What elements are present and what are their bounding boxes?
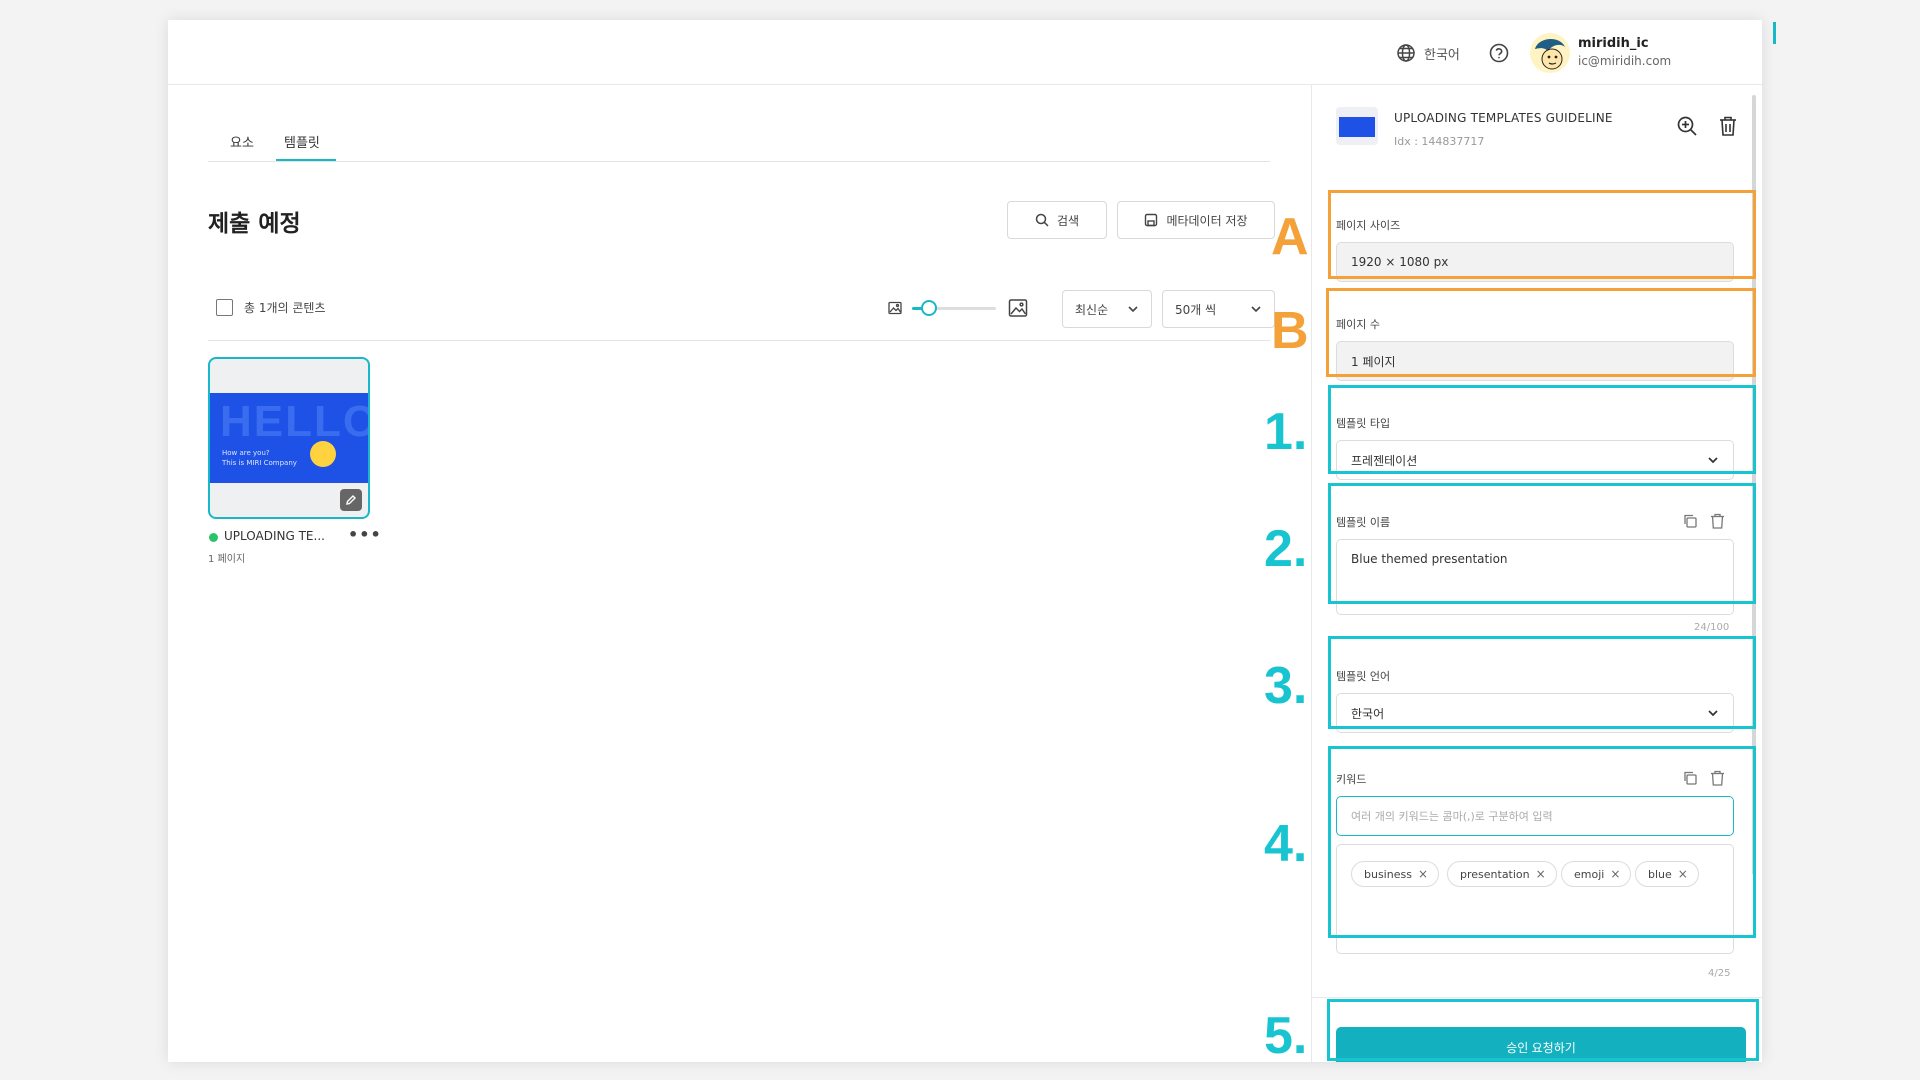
language-selector[interactable]: 한국어	[1396, 42, 1460, 64]
window-edge-marker	[1773, 22, 1776, 44]
sort-dropdown-value: 최신순	[1075, 302, 1109, 317]
annotation-label-5: 5.	[1264, 1007, 1308, 1065]
search-button[interactable]: 검색	[1007, 201, 1107, 239]
avatar[interactable]	[1530, 33, 1570, 73]
small-image-icon	[888, 301, 902, 315]
more-options-icon[interactable]: •••	[348, 525, 382, 544]
template-card[interactable]: HELLO How are you? This is MIRI Company	[208, 357, 370, 519]
zoom-in-icon[interactable]	[1676, 115, 1698, 137]
panel-footer-divider	[1312, 997, 1762, 998]
chevron-down-icon	[1128, 306, 1138, 313]
pencil-icon	[346, 495, 356, 505]
total-count-label: 총 1개의 콘텐츠	[244, 301, 326, 315]
list-divider	[208, 340, 1270, 341]
keywords-counter: 4/25	[1708, 968, 1731, 979]
edit-template-button[interactable]	[340, 489, 362, 511]
save-icon	[1145, 213, 1158, 227]
user-email: ic@miridih.com	[1578, 54, 1672, 68]
sort-dropdown[interactable]: 최신순	[1062, 290, 1152, 328]
page-title: 제출 예정	[208, 211, 301, 237]
annotation-box-5	[1327, 999, 1759, 1061]
template-card-name: UPLOADING TE...	[224, 529, 325, 543]
annotation-box-2	[1328, 483, 1756, 604]
save-metadata-label: 메타데이터 저장	[1166, 213, 1248, 228]
thumbnail-hello-text: HELLO	[220, 397, 368, 446]
tab-elements[interactable]: 요소	[230, 132, 254, 151]
template-preview-thumbnail	[1336, 107, 1378, 145]
annotation-box-b	[1326, 288, 1756, 377]
per-page-dropdown[interactable]: 50개 씩	[1162, 290, 1275, 328]
language-label: 한국어	[1424, 47, 1460, 63]
search-button-label: 검색	[1056, 213, 1080, 228]
annotation-label-3: 3.	[1264, 657, 1308, 715]
thumbnail-size-slider-handle[interactable]	[920, 300, 937, 316]
chevron-down-icon	[1251, 306, 1261, 313]
annotation-label-2: 2.	[1264, 520, 1308, 578]
template-title: UPLOADING TEMPLATES GUIDELINE	[1394, 111, 1613, 125]
top-header: 한국어 miridih_ic ic@miridih.com	[168, 20, 1762, 85]
annotation-box-4	[1328, 746, 1756, 938]
tab-templates[interactable]: 템플릿	[284, 132, 320, 151]
select-all-checkbox[interactable]	[216, 299, 233, 316]
tab-divider	[208, 161, 1270, 162]
emoji-icon	[310, 441, 336, 467]
annotation-box-a	[1328, 190, 1756, 279]
annotation-label-a: A	[1271, 208, 1309, 266]
template-idx: Idx : 144837717	[1394, 135, 1485, 148]
large-image-icon	[1008, 299, 1028, 317]
user-name: miridih_ic	[1578, 36, 1649, 51]
per-page-dropdown-value: 50개 씩	[1175, 302, 1217, 317]
thumbnail-line-2: This is MIRI Company	[222, 459, 297, 467]
help-button[interactable]	[1488, 42, 1510, 68]
template-card-pages: 1 페이지	[208, 554, 246, 565]
annotation-label-b: B	[1271, 302, 1309, 360]
annotation-box-3	[1328, 636, 1756, 729]
globe-icon	[1397, 44, 1415, 62]
template-name-counter: 24/100	[1694, 622, 1730, 633]
avatar-face-icon	[1535, 38, 1565, 70]
template-thumbnail: HELLO How are you? This is MIRI Company	[210, 393, 368, 483]
status-dot	[209, 533, 218, 542]
save-metadata-button[interactable]: 메타데이터 저장	[1117, 201, 1275, 239]
trash-icon[interactable]	[1718, 115, 1738, 137]
search-icon	[1035, 213, 1049, 227]
annotation-box-1	[1328, 385, 1756, 474]
help-icon	[1489, 43, 1509, 63]
annotation-label-4: 4.	[1264, 815, 1308, 873]
annotation-label-1: 1.	[1264, 403, 1308, 461]
thumbnail-line-1: How are you?	[222, 449, 270, 457]
